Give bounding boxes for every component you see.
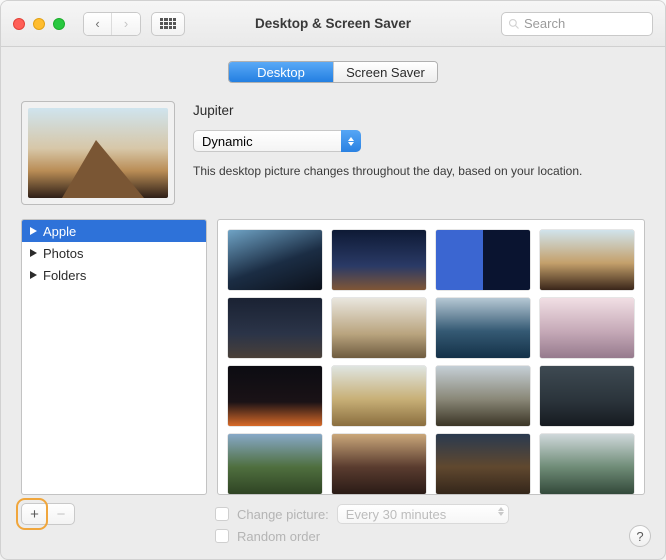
sidebar-item-apple[interactable]: Apple [22,220,206,242]
wallpaper-thumb[interactable] [228,366,322,426]
wallpaper-thumb[interactable] [436,230,530,290]
wallpaper-thumb[interactable] [436,366,530,426]
remove-folder-button: − [48,504,74,524]
disclosure-icon [30,249,37,257]
search-placeholder: Search [524,16,565,31]
window-controls [13,18,65,30]
change-picture-checkbox[interactable] [215,507,229,521]
wallpaper-thumb[interactable] [228,230,322,290]
interval-dropdown: Every 30 minutes [337,504,509,524]
wallpaper-thumb[interactable] [332,434,426,494]
content: Desktop Screen Saver Jupiter Dynamic Thi… [1,47,665,559]
chevron-updown-icon [498,507,504,516]
disclosure-icon [30,227,37,235]
wallpaper-name: Jupiter [193,103,645,118]
search-input[interactable]: Search [501,12,653,36]
mode-value: Dynamic [202,134,253,149]
tab-screensaver[interactable]: Screen Saver [333,62,437,82]
wallpaper-thumb[interactable] [436,298,530,358]
wallpaper-thumb[interactable] [540,366,634,426]
add-folder-button[interactable]: + [22,504,48,524]
titlebar: ‹ › Desktop & Screen Saver Search [1,1,665,47]
wallpaper-thumb[interactable] [228,434,322,494]
options: Change picture: Every 30 minutes Random … [215,503,645,547]
sidebar-item-label: Apple [43,224,76,239]
sidebar-item-folders[interactable]: Folders [22,264,206,286]
minimize-icon[interactable] [33,18,45,30]
wallpaper-thumb[interactable] [436,434,530,494]
wallpaper-thumb[interactable] [540,298,634,358]
random-order-label: Random order [237,529,320,544]
picker: Apple Photos Folders [21,219,645,495]
tab-bar: Desktop Screen Saver [21,61,645,83]
nav-buttons: ‹ › [83,12,141,36]
interval-value: Every 30 minutes [346,507,446,522]
sidebar-item-label: Folders [43,268,86,283]
wallpaper-thumb[interactable] [332,230,426,290]
wallpaper-gallery[interactable] [217,219,645,495]
sidebar-item-photos[interactable]: Photos [22,242,206,264]
wallpaper-info: Jupiter Dynamic This desktop picture cha… [21,101,645,205]
grid-icon [160,18,176,30]
add-remove-group: + − [21,503,75,525]
wallpaper-thumb[interactable] [332,366,426,426]
wallpaper-thumb[interactable] [228,298,322,358]
footer: + − Change picture: Every 30 minutes Ran… [21,503,645,547]
zoom-icon[interactable] [53,18,65,30]
tab-desktop[interactable]: Desktop [229,62,333,82]
chevron-updown-icon [341,130,361,152]
sidebar-item-label: Photos [43,246,83,261]
disclosure-icon [30,271,37,279]
source-sidebar[interactable]: Apple Photos Folders [21,219,207,495]
close-icon[interactable] [13,18,25,30]
wallpaper-thumb[interactable] [540,434,634,494]
random-order-checkbox[interactable] [215,529,229,543]
wallpaper-thumb[interactable] [332,298,426,358]
current-wallpaper-preview [21,101,175,205]
change-picture-label: Change picture: [237,507,329,522]
show-all-button[interactable] [151,12,185,36]
back-button[interactable]: ‹ [84,13,112,35]
help-button[interactable]: ? [629,525,651,547]
search-icon [508,18,520,30]
mode-dropdown[interactable]: Dynamic [193,130,361,152]
wallpaper-thumb[interactable] [540,230,634,290]
prefs-window: ‹ › Desktop & Screen Saver Search Deskto… [0,0,666,560]
forward-button: › [112,13,140,35]
wallpaper-hint: This desktop picture changes throughout … [193,164,645,178]
